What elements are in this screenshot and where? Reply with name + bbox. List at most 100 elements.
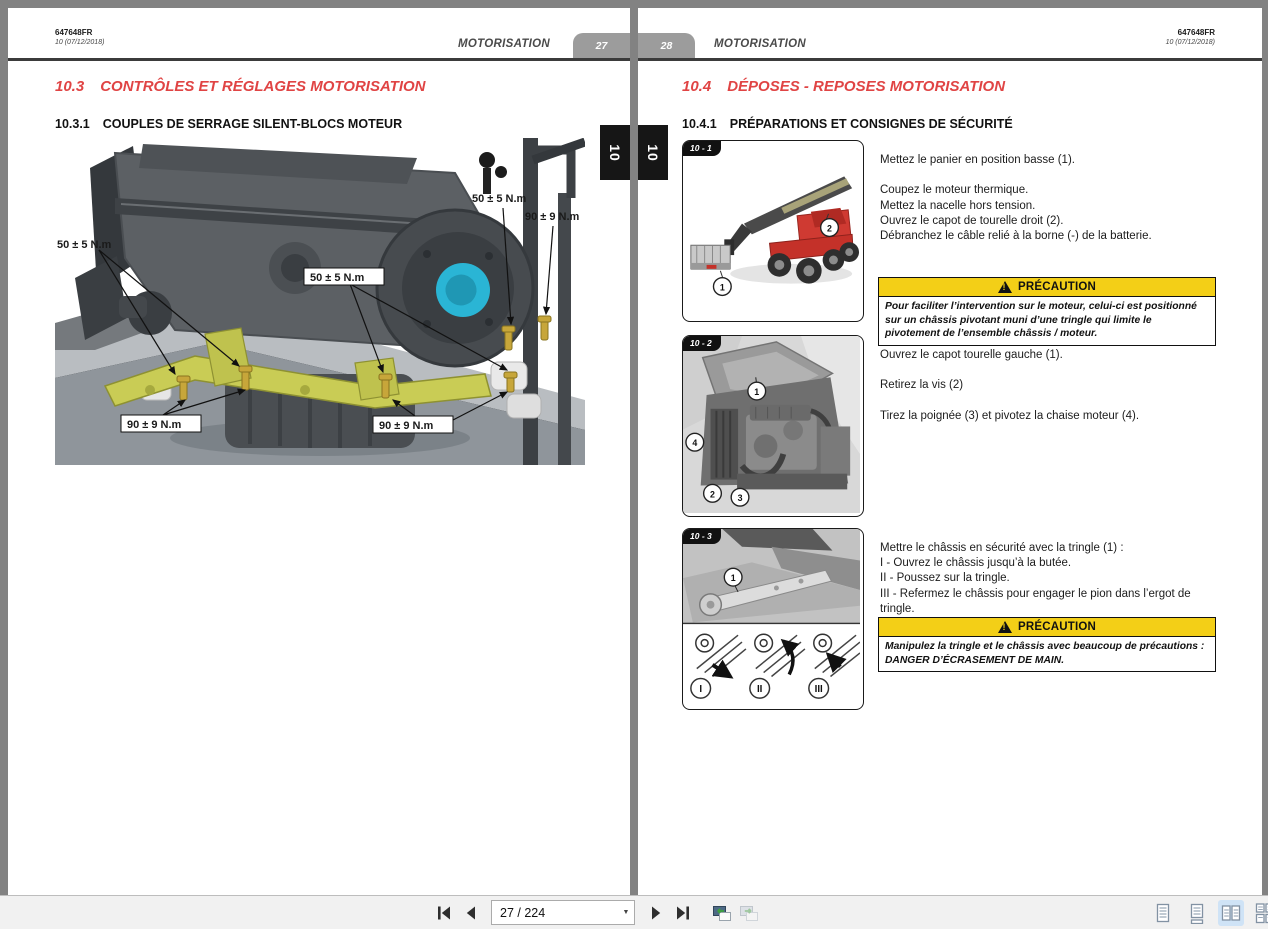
page-indicator-value: 27 / 224 xyxy=(500,905,546,920)
step-numerals: I II III xyxy=(690,677,830,699)
torque-label: 90 ± 9 N.m xyxy=(127,419,182,431)
subsection-title-text: COUPLES DE SERRAGE SILENT-BLOCS MOTEUR xyxy=(102,117,403,131)
svg-text:2: 2 xyxy=(827,223,832,233)
last-page-icon xyxy=(676,906,689,919)
svg-text:III: III xyxy=(815,684,823,695)
caution-box-2: ! PRÉCAUTION Manipulez la tringle et le … xyxy=(878,617,1216,672)
first-page-button[interactable] xyxy=(430,899,457,926)
engine-bay-photo: 1 4 2 3 xyxy=(683,336,860,513)
two-page-view-icon xyxy=(1221,905,1241,921)
caution-header: ! PRÉCAUTION xyxy=(879,278,1215,297)
subsection-number: 10.4.1 xyxy=(682,117,717,131)
first-page-icon xyxy=(437,906,450,919)
two-page-continuous-button[interactable] xyxy=(1252,900,1268,926)
caution-box-1: ! PRÉCAUTION Pour faciliter l’interventi… xyxy=(878,277,1216,346)
section-number: 10.4 xyxy=(682,78,712,95)
document-page-left: 647648FR 10 (07/12/2018) MOTORISATION 27… xyxy=(8,8,630,895)
svg-text:1: 1 xyxy=(754,387,759,397)
document-page-right: 647648FR 10 (07/12/2018) MOTORISATION 28… xyxy=(638,8,1262,895)
section-number: 10.3 xyxy=(55,78,85,95)
next-page-button[interactable] xyxy=(642,899,669,926)
figure-id-label: 10 - 3 xyxy=(683,529,721,544)
svg-text:3: 3 xyxy=(738,493,743,503)
subsection-title-text: PRÉPARATIONS ET CONSIGNES DE SÉCURITÉ xyxy=(729,117,1013,131)
figure-10-2: 10 - 2 1 4 2 3 xyxy=(682,335,864,517)
procedure-step-3: Mettre le châssis en sécurité avec la tr… xyxy=(880,542,1191,615)
boom-lift-illustration: 1 2 xyxy=(690,176,860,297)
svg-text:4: 4 xyxy=(692,438,697,448)
pdf-viewer-window: { "toolbar": { "page_indicator": "27 / 2… xyxy=(0,0,1268,929)
step-diagrams xyxy=(695,633,860,679)
doc-ref-number: 647648FR xyxy=(55,28,93,37)
caution-body: Pour faciliter l’intervention sur le mot… xyxy=(885,301,1197,339)
warning-icon: ! xyxy=(997,621,1012,633)
running-header: MOTORISATION xyxy=(458,38,550,50)
header-rule xyxy=(638,58,1262,61)
next-view-button[interactable] xyxy=(735,899,762,926)
doc-reference: 647648FR 10 (07/12/2018) xyxy=(55,28,104,48)
next-page-icon xyxy=(651,906,660,919)
next-view-icon xyxy=(739,905,758,921)
previous-page-button[interactable] xyxy=(457,899,484,926)
subsection-title: 10.4.1 PRÉPARATIONS ET CONSIGNES DE SÉCUR… xyxy=(682,117,1013,131)
doc-revision: 10 (07/12/2018) xyxy=(1165,39,1215,46)
page-navigation: 27 / 224 ▼ xyxy=(430,899,762,926)
subsection-number: 10.3.1 xyxy=(55,117,90,131)
chapter-index-number: 10 xyxy=(644,143,661,162)
svg-text:I: I xyxy=(699,684,702,695)
torque-label: 50 ± 5 N.m xyxy=(57,239,112,251)
torque-label: 50 ± 5 N.m xyxy=(472,193,527,205)
engine-illustration: 50 ± 5 N.m 90 ± 9 N.m 50 ± 5 N.m 50 ± 5 … xyxy=(55,137,587,465)
running-header: MOTORISATION xyxy=(714,38,806,50)
procedure-step-1: Mettez le panier en position basse (1). … xyxy=(880,154,1152,243)
two-page-view-button[interactable] xyxy=(1218,900,1244,926)
caution-body: Manipulez la tringle et le châssis avec … xyxy=(885,641,1205,666)
single-page-icon xyxy=(1190,903,1204,924)
figure-id-label: 10 - 2 xyxy=(683,336,721,351)
caution-header: ! PRÉCAUTION xyxy=(879,618,1215,637)
doc-revision: 10 (07/12/2018) xyxy=(55,39,105,46)
torque-label: 90 ± 9 N.m xyxy=(379,420,434,432)
two-page-continuous-icon xyxy=(1255,903,1268,924)
previous-view-icon xyxy=(712,905,731,921)
section-title-text: DÉPOSES - REPOSES MOTORISATION xyxy=(727,78,1006,95)
chapter-index-tab: 10 xyxy=(600,125,630,180)
last-page-button[interactable] xyxy=(669,899,696,926)
viewer-toolbar: 27 / 224 ▼ xyxy=(0,895,1268,929)
figure-10-1: 10 - 1 1 2 xyxy=(682,140,864,322)
single-page-continuous-button[interactable] xyxy=(1150,900,1176,926)
page-layout-buttons xyxy=(1150,900,1268,926)
header-rule xyxy=(8,58,630,61)
figure-10-3: 10 - 3 1 I II III xyxy=(682,528,864,710)
svg-text:II: II xyxy=(757,684,763,695)
single-page-continuous-icon xyxy=(1156,903,1170,923)
page-number-input[interactable]: 27 / 224 ▼ xyxy=(491,900,635,925)
doc-ref-number: 647648FR xyxy=(1177,28,1215,37)
doc-reference: 647648FR 10 (07/12/2018) xyxy=(1166,28,1215,48)
chapter-index-tab: 10 xyxy=(638,125,668,180)
page-dropdown-caret-icon[interactable]: ▼ xyxy=(618,901,634,924)
subsection-title: 10.3.1 COUPLES DE SERRAGE SILENT-BLOCS MO… xyxy=(55,117,402,131)
procedure-step-2: Ouvrez le capot tourelle gauche (1). Ret… xyxy=(880,349,1140,422)
section-title: 10.4 DÉPOSES - REPOSES MOTORISATION xyxy=(682,78,1005,95)
torque-label: 90 ± 9 N.m xyxy=(525,211,580,223)
svg-text:1: 1 xyxy=(720,282,725,292)
torque-label: 50 ± 5 N.m xyxy=(310,272,365,284)
page-number-tab: 27 xyxy=(573,33,630,58)
view-history-buttons xyxy=(708,899,762,926)
tringle-photo-and-steps: 1 I II III xyxy=(683,529,860,699)
section-title: 10.3 CONTRÔLES ET RÉGLAGES MOTORISATION xyxy=(55,78,426,95)
warning-icon: ! xyxy=(997,281,1012,293)
chapter-index-number: 10 xyxy=(606,143,623,162)
page-number-tab: 28 xyxy=(638,33,695,58)
figure-id-label: 10 - 1 xyxy=(683,141,721,156)
previous-view-button[interactable] xyxy=(708,899,735,926)
caution-title: PRÉCAUTION xyxy=(1017,621,1097,633)
engine-torque-figure: 50 ± 5 N.m 90 ± 9 N.m 50 ± 5 N.m 50 ± 5 … xyxy=(55,137,587,465)
svg-text:1: 1 xyxy=(731,573,736,583)
svg-text:2: 2 xyxy=(710,489,715,499)
section-title-text: CONTRÔLES ET RÉGLAGES MOTORISATION xyxy=(100,78,426,95)
caution-title: PRÉCAUTION xyxy=(1017,281,1097,293)
single-page-button[interactable] xyxy=(1184,900,1210,926)
previous-page-icon xyxy=(466,906,475,919)
